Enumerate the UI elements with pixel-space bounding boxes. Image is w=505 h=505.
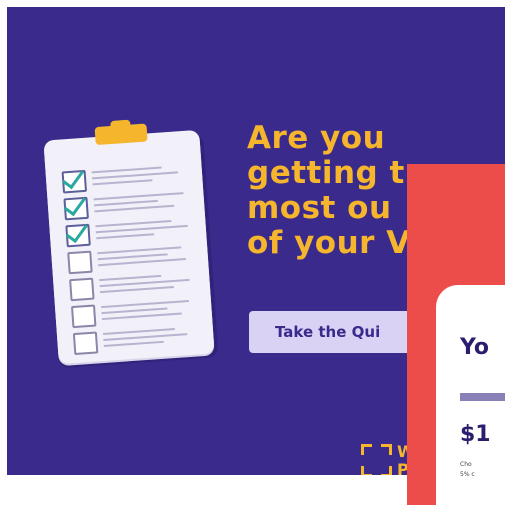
empty-box-icon <box>67 250 93 275</box>
logo-corner-icon <box>381 466 392 475</box>
checklist-item <box>61 161 190 194</box>
logo-corner-icon <box>381 444 392 455</box>
empty-box-icon <box>69 277 95 302</box>
checkmark-icon <box>65 219 88 244</box>
checklist-text-line <box>92 179 153 186</box>
checklist-text-line <box>96 233 155 240</box>
checklist-text-line <box>93 192 184 201</box>
headline-line-1: Are you <box>247 120 386 156</box>
overlay-progress-bar <box>460 393 505 401</box>
logo-corner-icon <box>361 444 372 455</box>
checklist-text-line <box>101 312 182 321</box>
checklist-item <box>63 188 192 221</box>
checklist-item <box>69 268 198 302</box>
checklist-text-line <box>103 333 188 342</box>
empty-box-icon <box>70 304 97 329</box>
checklist-text-line <box>99 274 162 282</box>
overlay-description: Cho 5% c <box>460 460 505 480</box>
clipboard-clip-icon <box>94 123 148 146</box>
checklist-item <box>72 322 202 356</box>
checklist-item <box>70 295 200 329</box>
overlay-price: $1 <box>460 422 491 447</box>
checked-box-icon <box>65 219 91 248</box>
checklist-item <box>67 241 196 275</box>
overlay-text-line: 5% c <box>460 471 475 478</box>
checklist-text-line <box>101 307 168 315</box>
checklist-text-line <box>97 246 182 255</box>
checklist-text-line <box>94 204 175 213</box>
empty-box-icon <box>72 331 99 356</box>
overlay-title: Yo <box>460 335 490 360</box>
logo-corner-icon <box>361 466 372 475</box>
take-quiz-button[interactable]: Take the Qui <box>249 311 429 353</box>
checkmark-icon <box>61 165 85 190</box>
checklist-text-line <box>100 285 174 294</box>
checked-box-icon <box>61 165 88 194</box>
checklist-text-line <box>101 299 189 309</box>
checklist-text-line <box>93 199 158 207</box>
checked-box-icon <box>63 192 89 221</box>
checklist-item <box>65 214 194 248</box>
overlay-text-line: Cho <box>460 461 472 468</box>
checklist-text-line <box>103 340 164 347</box>
checkmark-icon <box>63 192 86 217</box>
clipboard-illustration <box>43 123 215 365</box>
checklist-text-line <box>98 258 187 267</box>
checklist-text-line <box>92 171 178 180</box>
